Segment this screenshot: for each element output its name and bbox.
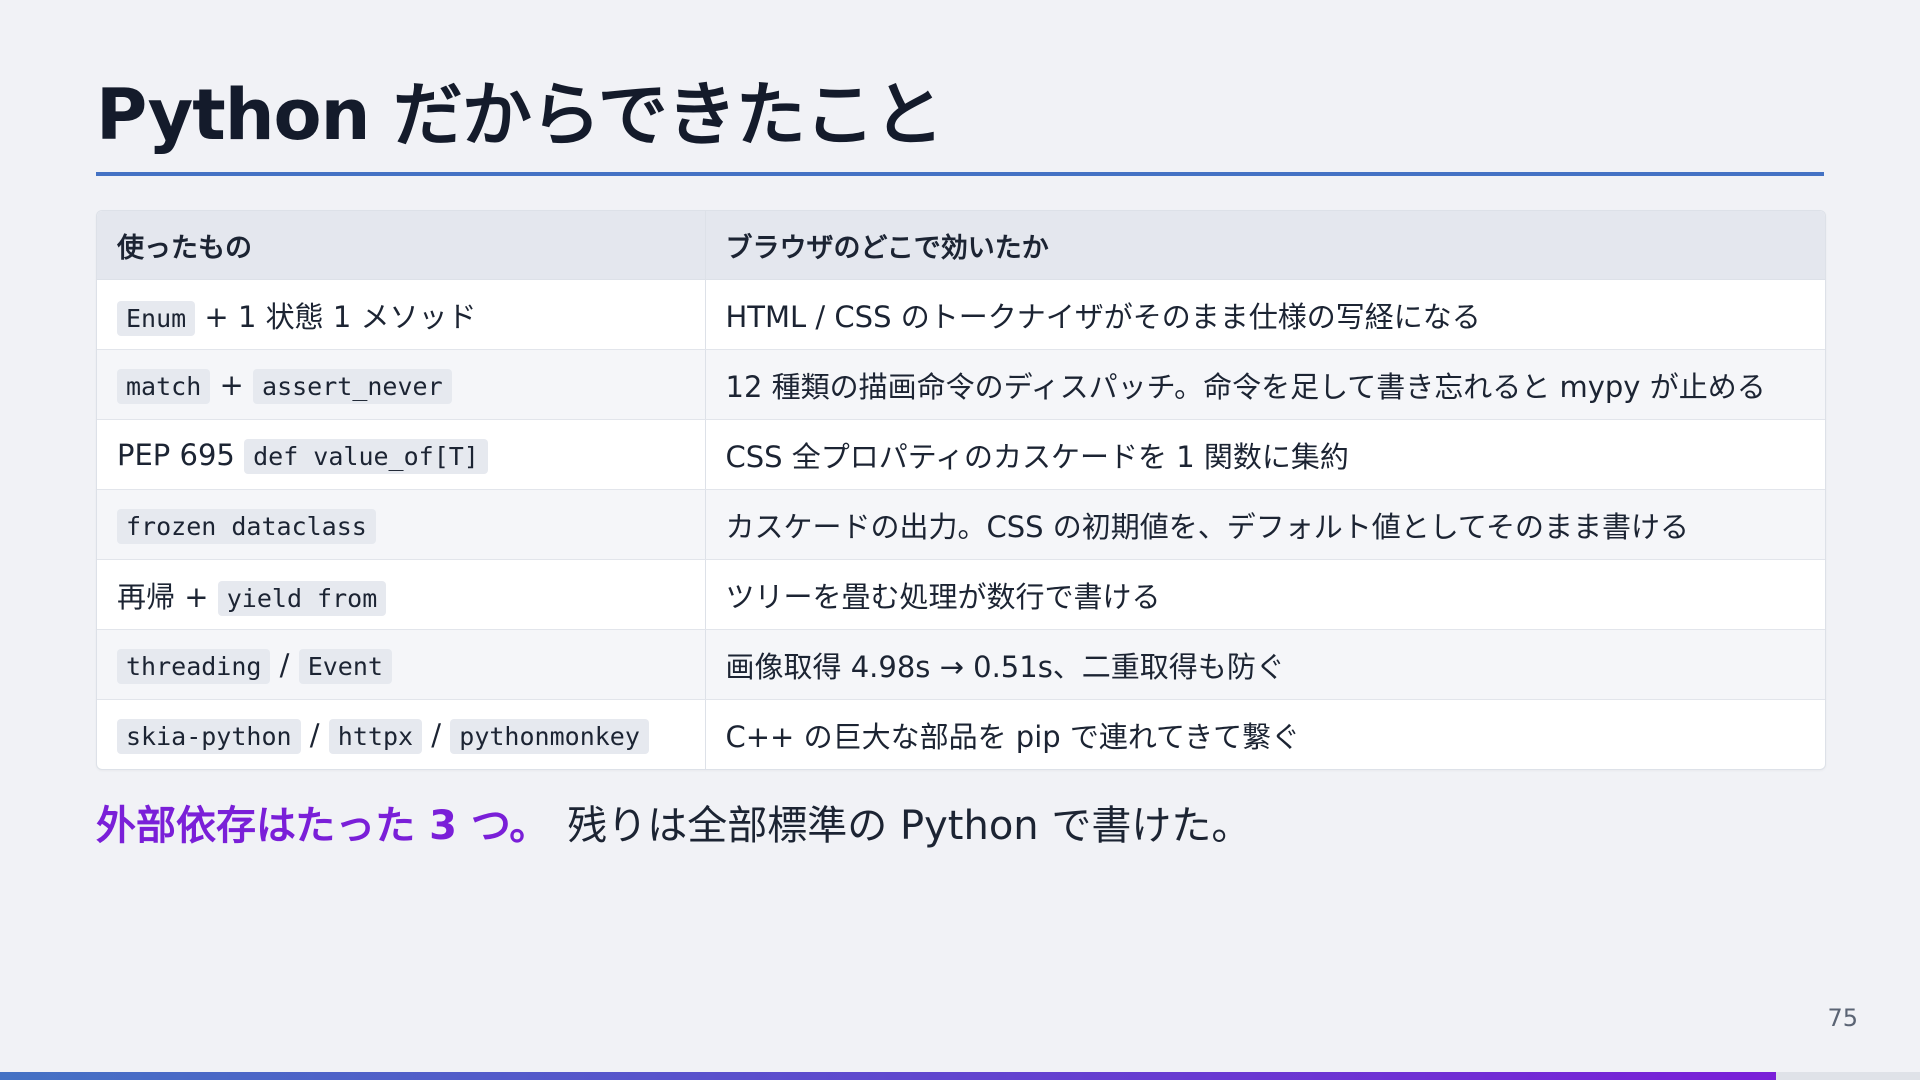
cell-text: /	[270, 647, 299, 682]
cell-text: + 1 状態 1 メソッド	[195, 299, 477, 334]
code-token: yield from	[217, 580, 387, 616]
code-token: skia-python	[117, 718, 301, 754]
table-row: PEP 695 def value_of[T] CSS 全プロパティのカスケードを…	[97, 419, 1825, 490]
code-token: pythonmonkey	[450, 718, 649, 754]
table-row: 再帰 + yield from ツリーを畳む処理が数行で書ける	[97, 559, 1825, 630]
slide-progress-bar	[0, 1072, 1920, 1080]
code-token: threading	[117, 648, 271, 684]
conclusion: 外部依存はたった 3 つ。 残りは全部標準の Python で書けた。	[96, 796, 1251, 856]
cell-effect: ツリーを畳む処理が数行で書ける	[704, 559, 1825, 630]
cell-effect: C++ の巨大な部品を pip で連れてきて繋ぐ	[704, 699, 1825, 769]
cell-text: 再帰 +	[117, 579, 218, 614]
conclusion-text: 残りは全部標準の Python で書けた。	[567, 803, 1252, 849]
table-header-row: 使ったもの ブラウザのどこで効いたか	[97, 211, 1825, 280]
feature-table-grid: 使ったもの ブラウザのどこで効いたか Enum + 1 状態 1 メソッド HTM…	[97, 211, 1825, 769]
cell-text: /	[422, 717, 451, 752]
table-row: match + assert_never 12 種類の描画命令のディスパッチ。命令…	[97, 349, 1825, 420]
code-token: Enum	[117, 300, 196, 336]
cell-used: PEP 695 def value_of[T]	[97, 419, 705, 490]
code-token: def value_of[T]	[244, 438, 488, 474]
table-row: skia-python / httpx / pythonmonkey C++ の巨…	[97, 699, 1825, 770]
code-token: Event	[298, 648, 392, 684]
table-row: Enum + 1 状態 1 メソッド HTML / CSS のトークナイザがそのま…	[97, 279, 1825, 350]
cell-effect: CSS 全プロパティのカスケードを 1 関数に集約	[704, 419, 1825, 490]
cell-effect: カスケードの出力。CSS の初期値を、デフォルト値としてそのまま書ける	[704, 489, 1825, 560]
table-row: threading / Event 画像取得 4.98s → 0.51s、二重取得…	[97, 629, 1825, 700]
table-row: frozen dataclass カスケードの出力。CSS の初期値を、デフォルト…	[97, 489, 1825, 560]
cell-used: 再帰 + yield from	[97, 559, 705, 630]
cell-effect: 12 種類の描画命令のディスパッチ。命令を足して書き忘れると mypy が止める	[704, 349, 1825, 420]
cell-effect: HTML / CSS のトークナイザがそのまま仕様の写経になる	[704, 279, 1825, 350]
cell-text: +	[210, 367, 254, 402]
header-used: 使ったもの	[97, 211, 705, 280]
page-number: 75	[1827, 1004, 1858, 1032]
code-token: assert_never	[253, 368, 452, 404]
code-token: frozen dataclass	[117, 508, 376, 544]
cell-used: Enum + 1 状態 1 メソッド	[97, 279, 705, 350]
cell-used: threading / Event	[97, 629, 705, 700]
cell-text: PEP 695	[117, 437, 245, 472]
cell-effect: 画像取得 4.98s → 0.51s、二重取得も防ぐ	[704, 629, 1825, 700]
title-underline	[96, 172, 1824, 176]
cell-used: frozen dataclass	[97, 489, 705, 560]
cell-used: skia-python / httpx / pythonmonkey	[97, 700, 705, 770]
cell-used: match + assert_never	[97, 349, 705, 420]
header-effect: ブラウザのどこで効いたか	[704, 211, 1825, 280]
conclusion-highlight: 外部依存はたった 3 つ。	[96, 803, 550, 849]
table-body: Enum + 1 状態 1 メソッド HTML / CSS のトークナイザがそのま…	[97, 279, 1825, 770]
code-token: httpx	[328, 718, 423, 754]
slide-progress-fill	[0, 1072, 1776, 1080]
code-token: match	[117, 368, 211, 404]
feature-table: 使ったもの ブラウザのどこで効いたか Enum + 1 状態 1 メソッド HTM…	[96, 210, 1826, 770]
cell-text: /	[300, 717, 329, 752]
slide-title: Python だからできたこと	[96, 74, 944, 156]
